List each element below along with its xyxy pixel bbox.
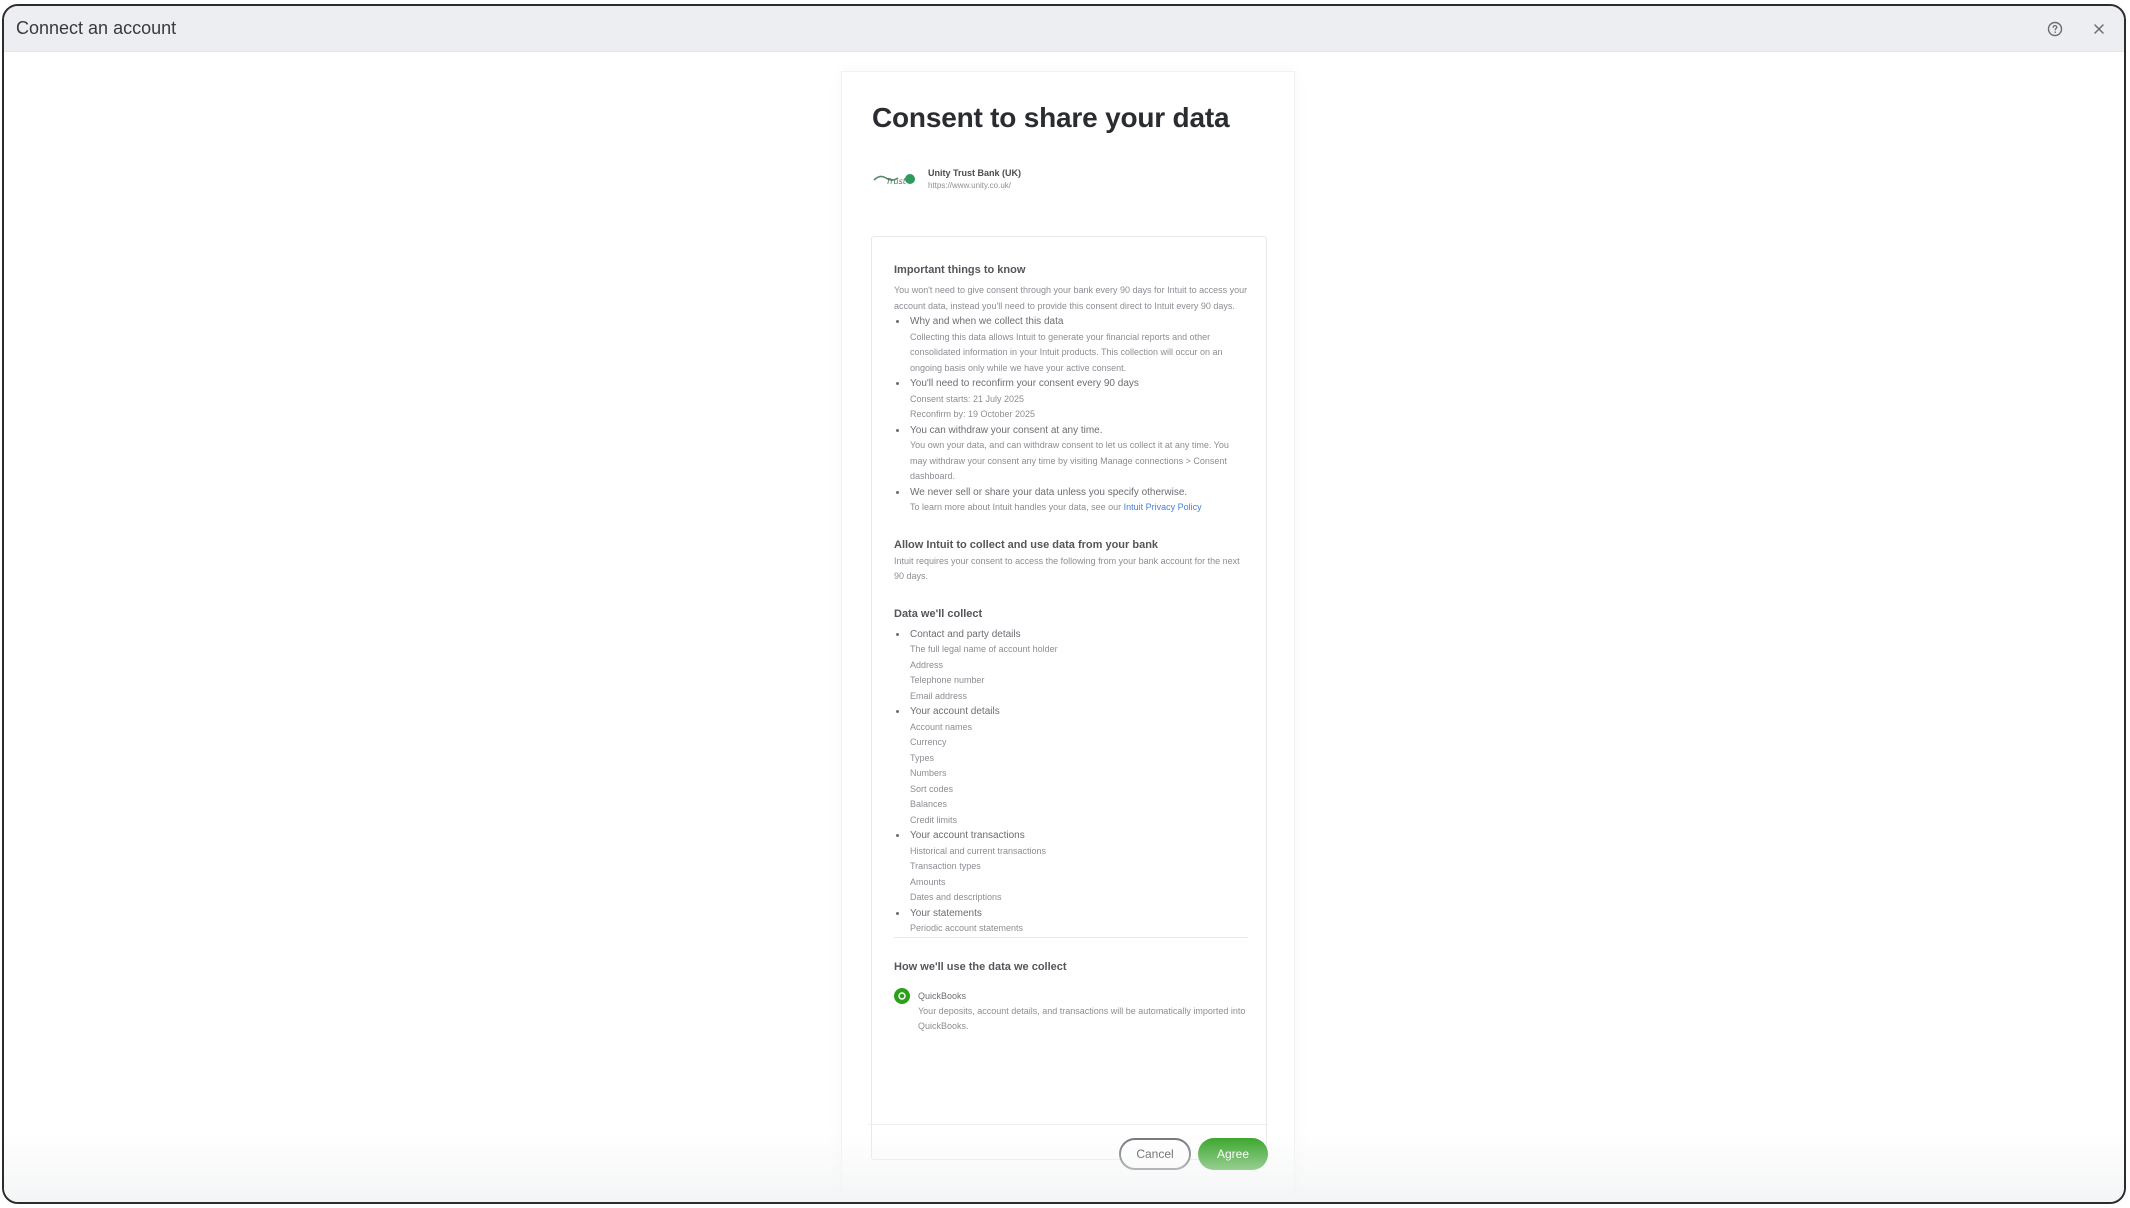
close-icon: [2094, 23, 2104, 34]
list-item: Your account details Account names Curre…: [896, 704, 1248, 828]
agree-button[interactable]: Agree: [1198, 1138, 1268, 1170]
list-item: You can withdraw your consent at any tim…: [896, 423, 1248, 485]
list-item: Contact and party details The full legal…: [896, 627, 1248, 705]
important-title: Important things to know: [894, 264, 1026, 276]
cancel-button[interactable]: Cancel: [1119, 1138, 1191, 1170]
collect-title: Data we'll collect: [894, 607, 983, 620]
help-icon: [2047, 21, 2063, 36]
bank-name: Unity Trust Bank (UK): [928, 168, 1022, 178]
footer-divider: [868, 1124, 1268, 1125]
collect-list: Contact and party details The full legal…: [894, 627, 1248, 937]
bank-url: https://www.unity.co.uk/: [928, 181, 1011, 190]
important-list: Why and when we collect this data Collec…: [894, 314, 1248, 516]
usage-product-name: QuickBooks: [918, 990, 967, 1001]
close-button[interactable]: [2088, 18, 2110, 40]
connect-account-window: Connect an account Consent to share your…: [2, 4, 2126, 1204]
page-title: Consent to share your data: [872, 102, 1230, 133]
bank-logo: Trust: [872, 166, 916, 192]
help-button[interactable]: [2044, 18, 2066, 40]
svg-text:Trust: Trust: [886, 177, 907, 186]
bank-text: Unity Trust Bank (UK) https://www.unity.…: [928, 168, 1021, 190]
usage-description: Your deposits, account details, and tran…: [918, 1005, 1246, 1032]
allow-title: Allow Intuit to collect and use data fro…: [894, 538, 1159, 551]
quickbooks-icon: [894, 987, 910, 1004]
important-intro: You won't need to give consent through y…: [894, 285, 1248, 311]
usage-product: QuickBooks: [894, 987, 1248, 1004]
allow-text: Intuit requires your consent to access t…: [894, 555, 1240, 582]
bank-info: Trust Unity Trust Bank (UK) https://www.…: [872, 166, 1021, 192]
window-titlebar: Connect an account: [4, 6, 2124, 52]
list-item: Your statements Periodic account stateme…: [896, 906, 1248, 937]
bank-logo-icon: Trust: [873, 174, 915, 186]
window-title: Connect an account: [16, 18, 177, 38]
list-item: You'll need to reconfirm your consent ev…: [896, 376, 1248, 423]
list-item: We never sell or share your data unless …: [896, 485, 1248, 516]
titlebar-actions: [2044, 18, 2110, 40]
usage-title: How we'll use the data we collect: [894, 960, 1067, 973]
privacy-policy-link[interactable]: Intuit Privacy Policy: [1124, 502, 1202, 512]
list-item: Why and when we collect this data Collec…: [896, 314, 1248, 376]
consent-details[interactable]: Important things to know You won't need …: [871, 236, 1267, 1160]
list-item: Your account transactions Historical and…: [896, 828, 1248, 906]
consent-panel: Consent to share your data Trust Unity T…: [842, 72, 1294, 1202]
